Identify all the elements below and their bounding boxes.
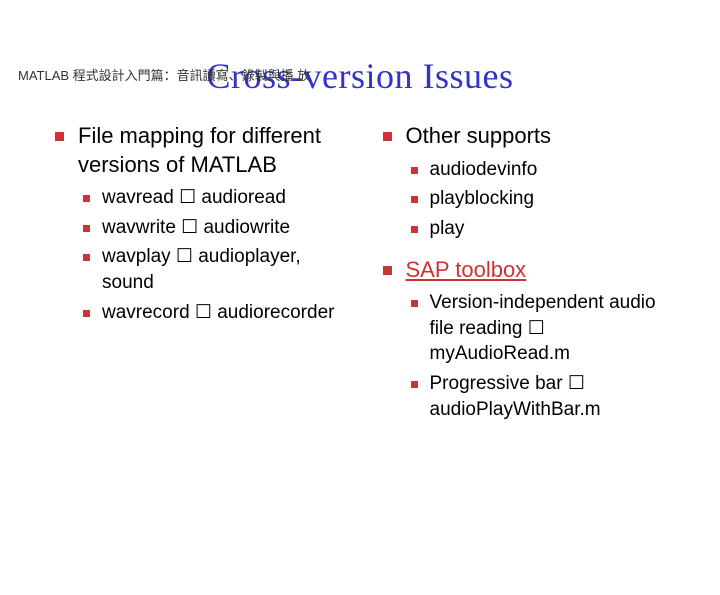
list-item: play: [411, 216, 681, 242]
list-item: audiodevinfo: [411, 157, 681, 183]
bullet-icon: [383, 132, 392, 141]
list-item: playblocking: [411, 186, 681, 212]
sublist: audiodevinfo playblocking play: [411, 157, 681, 242]
bullet-text: wavrecord ☐ audiorecorder: [102, 300, 334, 326]
bullet-icon: [83, 254, 90, 261]
bullet-text: File mapping for different versions of M…: [78, 122, 353, 179]
bullet-icon: [411, 381, 418, 388]
bullet-text: playblocking: [430, 186, 535, 212]
bullet-text: wavwrite ☐ audiowrite: [102, 215, 290, 241]
bullet-icon: [411, 167, 418, 174]
list-item: File mapping for different versions of M…: [55, 122, 353, 179]
content-area: File mapping for different versions of M…: [0, 122, 720, 426]
list-item: Progressive bar ☐ audioPlayWithBar.m: [411, 371, 681, 422]
bullet-icon: [411, 300, 418, 307]
bullet-text: Other supports: [406, 122, 552, 151]
bullet-icon: [83, 225, 90, 232]
list-item: Other supports: [383, 122, 681, 151]
bullet-text: Version-independent audio file reading ☐…: [430, 290, 681, 367]
right-column: Other supports audiodevinfo playblocking…: [363, 122, 691, 426]
sublist: wavread ☐ audioread wavwrite ☐ audiowrit…: [83, 185, 353, 325]
bullet-icon: [55, 132, 64, 141]
sublist: Version-independent audio file reading ☐…: [411, 290, 681, 422]
header-breadcrumb: MATLAB 程式設計入門篇：音訊讀寫、錄製與播 放: [18, 65, 310, 84]
list-item: wavread ☐ audioread: [83, 185, 353, 211]
sap-toolbox-link[interactable]: SAP toolbox: [406, 256, 527, 285]
left-column: File mapping for different versions of M…: [30, 122, 363, 426]
bullet-icon: [411, 226, 418, 233]
bullet-icon: [411, 196, 418, 203]
bullet-icon: [383, 266, 392, 275]
bullet-icon: [83, 310, 90, 317]
bullet-text: play: [430, 216, 465, 242]
list-item: SAP toolbox: [383, 256, 681, 285]
bullet-text: audiodevinfo: [430, 157, 538, 183]
bullet-icon: [83, 195, 90, 202]
bullet-text: wavread ☐ audioread: [102, 185, 286, 211]
bullet-text: wavplay ☐ audioplayer, sound: [102, 244, 353, 295]
list-item: wavrecord ☐ audiorecorder: [83, 300, 353, 326]
list-item: wavplay ☐ audioplayer, sound: [83, 244, 353, 295]
list-item: wavwrite ☐ audiowrite: [83, 215, 353, 241]
list-item: Version-independent audio file reading ☐…: [411, 290, 681, 367]
bullet-text: Progressive bar ☐ audioPlayWithBar.m: [430, 371, 681, 422]
